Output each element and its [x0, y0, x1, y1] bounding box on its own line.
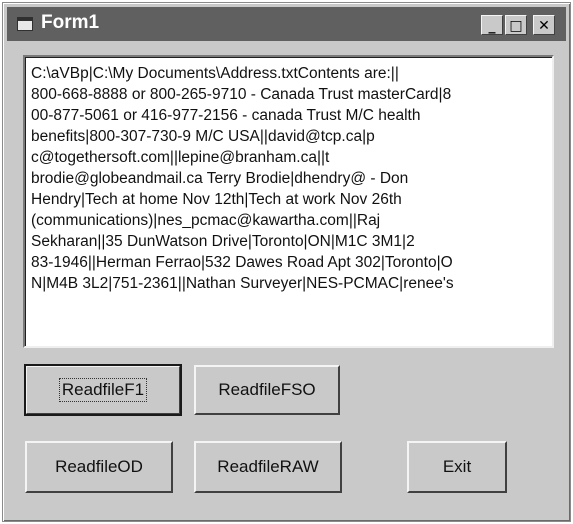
textbox-line: c@togethersoft.com||lepine@branham.ca||t	[31, 149, 330, 166]
readfile-fso-button[interactable]: ReadfileFSO	[194, 365, 340, 415]
textbox-line: Hendry|Tech at home Nov 12th|Tech at wor…	[31, 191, 402, 208]
minimize-button[interactable]: _	[481, 15, 503, 35]
readfile-raw-button[interactable]: ReadfileRAW	[194, 441, 342, 493]
readfile-od-button[interactable]: ReadfileOD	[25, 441, 173, 493]
textbox-line: 800-668-8888 or 800-265-9710 - Canada Tr…	[31, 86, 452, 103]
exit-button[interactable]: Exit	[407, 441, 507, 493]
textbox-line: brodie@globeandmail.ca Terry Brodie|dhen…	[31, 170, 409, 187]
window-title: Form1	[41, 12, 100, 33]
textbox-line: (communications)|nes_pcmac@kawartha.com|…	[31, 212, 381, 229]
maximize-button[interactable]: □	[505, 15, 527, 35]
readfile-fso-label: ReadfileFSO	[218, 380, 316, 399]
readfile-f1-label: ReadfileF1	[58, 378, 148, 402]
window-icon[interactable]	[17, 17, 33, 31]
textbox-line: 83-1946||Herman Ferrao|532 Dawes Road Ap…	[31, 254, 453, 271]
textbox-line: 00-877-5061 or 416-977-2156 - canada Tru…	[31, 107, 421, 124]
readfile-raw-label: ReadfileRAW	[217, 457, 319, 476]
close-button[interactable]: ✕	[533, 15, 555, 35]
textbox-line: Sekharan||35 DunWatson Drive|Toronto|ON|…	[31, 233, 415, 250]
file-contents-textbox[interactable]: C:\aVBp|C:\My Documents\Address.txtConte…	[23, 55, 554, 348]
textbox-line: N|M4B 3L2|751-2361||Nathan Surveyer|NES-…	[31, 275, 454, 292]
textbox-line: C:\aVBp|C:\My Documents\Address.txtConte…	[31, 65, 399, 82]
readfile-od-label: ReadfileOD	[55, 457, 143, 476]
exit-label: Exit	[442, 457, 472, 476]
title-bar[interactable]: Form1 _ □ ✕	[7, 7, 566, 41]
readfile-f1-button[interactable]: ReadfileF1	[24, 364, 182, 416]
textbox-line: benefits|800-307-730-9 M/C USA||david@tc…	[31, 128, 375, 145]
form1-window: Form1 _ □ ✕ C:\aVBp|C:\My Documents\Addr…	[2, 2, 571, 522]
